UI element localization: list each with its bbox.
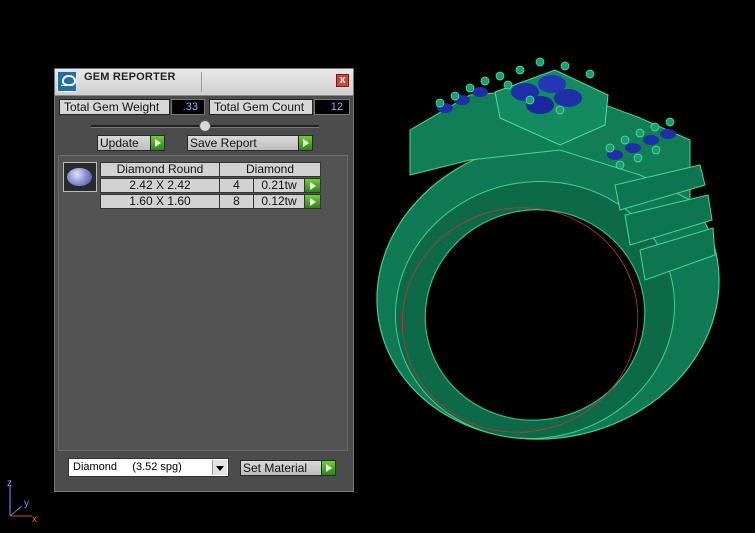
axis-z-label: z <box>7 478 12 489</box>
play-arrow-icon <box>306 195 320 209</box>
material-select[interactable]: Diamond (3.52 spg) <box>68 458 229 477</box>
panel-titlebar[interactable]: GEM REPORTER x <box>55 69 353 96</box>
title-divider <box>201 72 202 92</box>
gem-reporter-app-icon <box>57 71 77 92</box>
update-button[interactable]: Update <box>97 135 165 151</box>
axis-gizmo-icon: z y x <box>7 478 37 525</box>
total-gem-weight-value: .33 <box>171 99 205 115</box>
total-gem-count-value: 12 <box>314 99 350 115</box>
total-gem-weight-label: Total Gem Weight <box>59 99 170 115</box>
set-material-button[interactable]: Set Material <box>240 460 336 476</box>
table-header-material: Diamond <box>219 162 321 177</box>
close-button[interactable]: x <box>336 74 349 87</box>
total-gem-count-label: Total Gem Count <box>209 99 313 115</box>
row-2-count: 8 <box>219 194 254 209</box>
row-2-select-button[interactable] <box>304 194 321 209</box>
row-2-weight: 0.12tw <box>253 194 305 209</box>
set-material-button-label: Set Material <box>243 461 308 475</box>
row-1-size: 2.42 X 2.42 <box>100 178 220 193</box>
save-report-button[interactable]: Save Report <box>187 135 313 151</box>
play-arrow-icon <box>150 136 164 150</box>
play-arrow-icon <box>321 461 335 475</box>
material-select-value: Diamond (3.52 spg) <box>73 461 182 473</box>
row-1-count: 4 <box>219 178 254 193</box>
update-button-label: Update <box>100 136 139 150</box>
gem-thumbnail-icon[interactable] <box>63 162 97 192</box>
row-1-weight: 0.21tw <box>253 178 305 193</box>
row-2-size: 1.60 X 1.60 <box>100 194 220 209</box>
axis-x-label: x <box>32 514 37 525</box>
save-report-button-label: Save Report <box>190 136 257 150</box>
round-diamond-icon <box>67 168 92 186</box>
row-1-select-button[interactable] <box>304 178 321 193</box>
panel-slider-handle[interactable] <box>199 120 211 132</box>
dropdown-arrow-icon[interactable] <box>212 460 227 475</box>
close-icon: x <box>339 74 346 86</box>
gem-reporter-panel: GEM REPORTER x Total Gem Weight .33 Tota… <box>54 68 354 492</box>
panel-title: GEM REPORTER <box>84 71 176 83</box>
table-header-shape: Diamond Round <box>100 162 220 177</box>
play-arrow-icon <box>306 179 320 193</box>
play-arrow-icon <box>298 136 312 150</box>
axis-y-label: y <box>24 498 29 509</box>
